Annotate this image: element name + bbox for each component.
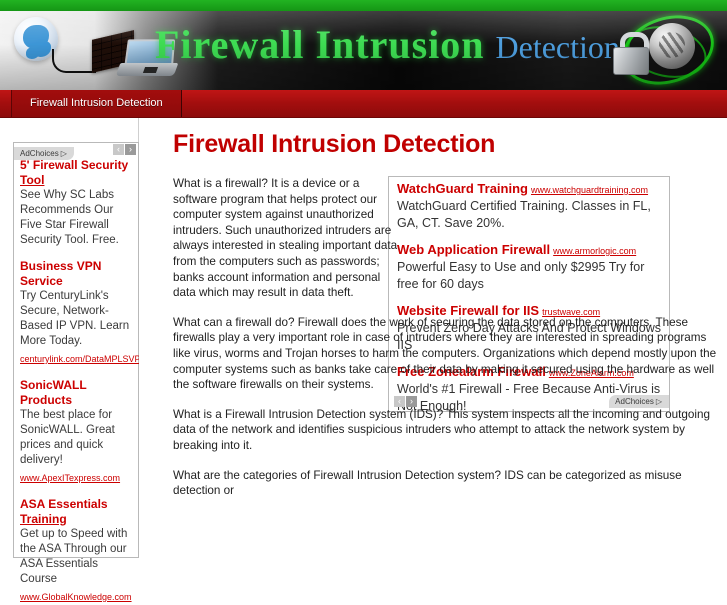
banner-title: Firewall Intrusion Detection — [155, 21, 620, 68]
ad-description: See Why SC Labs Recommends Our Five Star… — [20, 189, 119, 246]
ad-description: Try CenturyLink's Secure, Network- Based… — [20, 290, 130, 347]
article-paragraph: What is a firewall? It is a device or a … — [173, 177, 398, 300]
page-title: Firewall Intrusion Detection — [173, 130, 496, 158]
nav-item-firewall-intrusion-detection[interactable]: Firewall Intrusion Detection — [11, 90, 182, 117]
ad-title[interactable]: 5' Firewall Security Tool — [20, 158, 133, 187]
adchoices-triangle-icon: ▷ — [60, 149, 67, 158]
ad-title[interactable]: Business VPN Service — [20, 259, 133, 288]
sidebar: AdChoices ▷ ‹ › 5' Firewall Security Tool … — [0, 118, 147, 602]
ad-url[interactable]: www.GlobalKnowledge.com — [20, 591, 132, 603]
banner-title-main: Firewall Intrusion — [155, 22, 485, 67]
ad-item[interactable]: ASA Essentials Training Get up to Speed … — [20, 497, 133, 605]
adchoices-label: AdChoices — [20, 149, 59, 158]
ad-url[interactable]: www.ApexITexpress.com — [20, 472, 120, 484]
ad-description: The best place for SonicWALL. Great pric… — [20, 409, 115, 466]
top-green-bar — [0, 0, 727, 11]
ad-title-part2: Training — [20, 511, 67, 526]
cable-graphic — [52, 49, 96, 73]
ad-item[interactable]: SonicWALL Products The best place for So… — [20, 378, 133, 486]
sidebar-ad-header: AdChoices ▷ ‹ › — [14, 143, 138, 160]
main-content: Firewall Intrusion Detection WatchGuard … — [139, 118, 727, 556]
ad-title[interactable]: SonicWALL Products — [20, 378, 133, 407]
page-body: AdChoices ▷ ‹ › 5' Firewall Security Tool … — [0, 118, 727, 602]
article-paragraph: What can a firewall do? Firewall does th… — [173, 315, 717, 392]
ad-url[interactable]: centurylink.com/DataMPLSVPN — [20, 353, 147, 365]
article-body: What is a firewall? It is a device or a … — [173, 176, 727, 513]
ad-item[interactable]: Business VPN Service Try CenturyLink's S… — [20, 259, 147, 367]
padlock-icon — [613, 32, 649, 75]
prev-arrow-icon[interactable]: ‹ — [113, 144, 124, 155]
sidebar-ad-list: 5' Firewall Security Tool See Why SC Lab… — [14, 156, 147, 605]
sidebar-ad-pager: ‹ › — [112, 144, 136, 162]
ad-title-part2: Tool — [20, 172, 45, 187]
article-paragraph: What are the categories of Firewall Intr… — [173, 468, 682, 498]
ad-description: Get up to Speed with the ASA Through our… — [20, 528, 128, 585]
site-banner: Firewall Intrusion Detection — [0, 11, 727, 90]
main-nav: Firewall Intrusion Detection — [0, 90, 727, 118]
adchoices-badge[interactable]: AdChoices ▷ — [14, 147, 74, 160]
ad-item[interactable]: 5' Firewall Security Tool See Why SC Lab… — [20, 158, 133, 248]
globe-sphere-icon — [649, 23, 695, 69]
lock-globe-graphic — [601, 11, 723, 90]
article-paragraph: What is a Firewall Intrusion Detection s… — [173, 407, 710, 452]
ad-title[interactable]: ASA Essentials Training — [20, 497, 133, 526]
ad-title-part1: ASA Essentials — [20, 497, 108, 511]
next-arrow-icon[interactable]: › — [125, 144, 136, 155]
sidebar-ad-unit: AdChoices ▷ ‹ › 5' Firewall Security Tool … — [13, 142, 147, 602]
